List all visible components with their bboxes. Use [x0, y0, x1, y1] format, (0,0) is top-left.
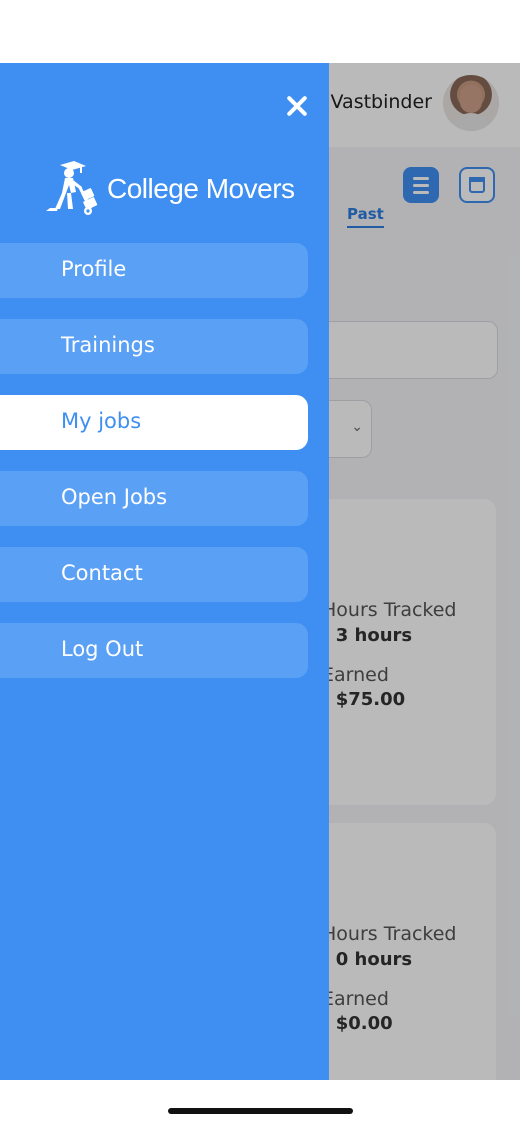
nav-item-trainings[interactable]: Trainings — [0, 319, 308, 374]
nav-item-label: Open Jobs — [61, 485, 168, 509]
nav-item-label: Log Out — [61, 637, 144, 661]
nav-item-log-out[interactable]: Log Out — [0, 623, 308, 678]
nav-item-label: My jobs — [61, 409, 142, 433]
bottom-safe-area — [0, 1080, 520, 1126]
nav-item-contact[interactable]: Contact — [0, 547, 308, 602]
nav-item-label: Trainings — [61, 333, 155, 357]
nav-item-profile[interactable]: Profile — [0, 243, 308, 298]
status-bar — [0, 0, 520, 63]
nav-item-open-jobs[interactable]: Open Jobs — [0, 471, 308, 526]
home-indicator[interactable] — [168, 1108, 353, 1114]
mover-dolly-icon — [46, 161, 98, 215]
navigation-drawer: College Movers Profile Trainings My jobs… — [0, 63, 329, 1080]
nav-item-my-jobs[interactable]: My jobs — [0, 395, 308, 450]
brand-logo: College Movers — [40, 159, 320, 219]
brand-name: College Movers — [107, 173, 295, 204]
nav-item-label: Profile — [61, 257, 127, 281]
nav-item-label: Contact — [61, 561, 143, 585]
close-icon[interactable] — [280, 89, 314, 123]
